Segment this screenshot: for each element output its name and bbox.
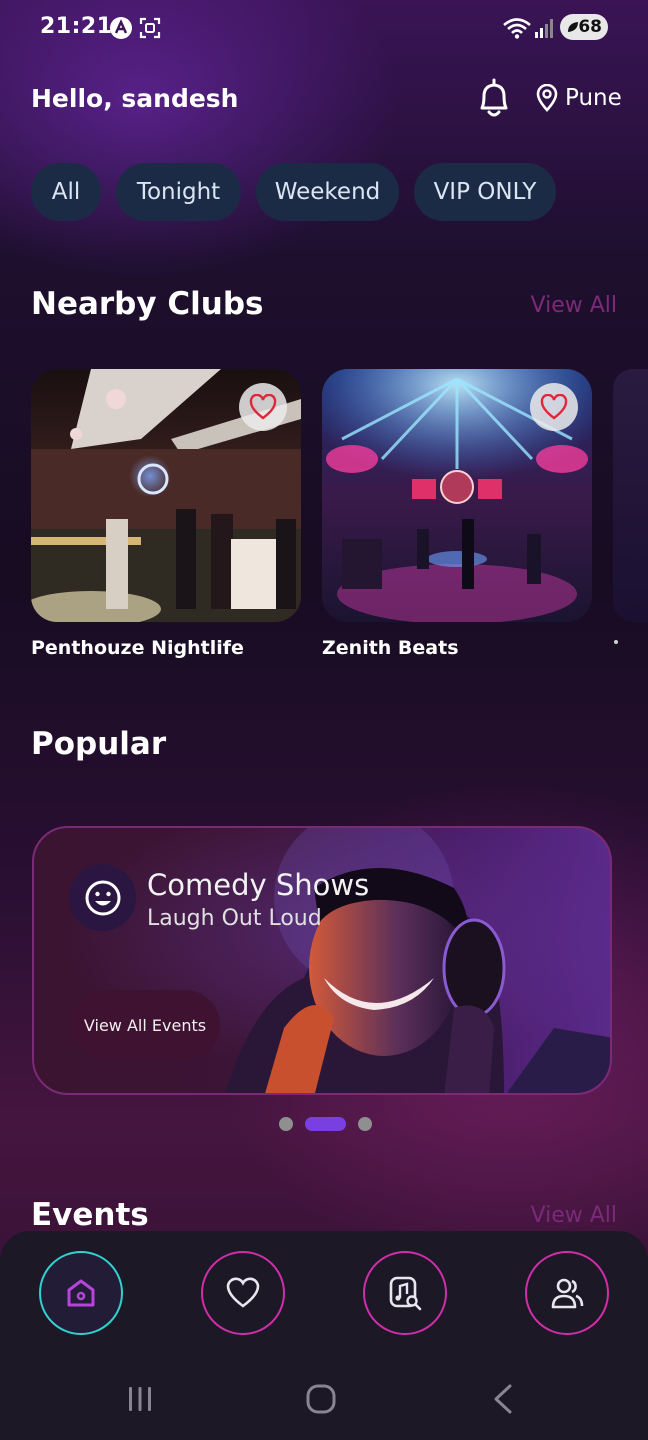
club-card-zenith-beats[interactable]: [322, 369, 592, 622]
heart-icon: [249, 394, 277, 420]
nav-music-search-button[interactable]: [363, 1251, 447, 1335]
wifi-icon: [503, 18, 531, 39]
nav-home-button[interactable]: [39, 1251, 123, 1335]
nav-profile-button[interactable]: [525, 1251, 609, 1335]
home-system-icon[interactable]: [304, 1382, 338, 1416]
location-pin-icon: [536, 84, 558, 112]
filter-chips: All Tonight Weekend VIP ONLY: [31, 163, 556, 221]
carousel-indicator: [279, 1117, 372, 1131]
banner-subtitle: Laugh Out Loud: [147, 906, 322, 931]
app-notification-icon: [110, 17, 132, 39]
carousel-dot[interactable]: [358, 1117, 372, 1131]
club-name: Penthouze Nightlife: [31, 637, 244, 659]
filter-chip-all[interactable]: All: [31, 163, 101, 221]
notification-bell-icon[interactable]: [474, 78, 514, 120]
location-selector[interactable]: Pune: [535, 84, 622, 112]
home-icon: [67, 1279, 95, 1307]
filter-chip-vip-only[interactable]: VIP ONLY: [414, 163, 556, 221]
events-title: Events: [31, 1197, 149, 1233]
location-label: Pune: [565, 85, 622, 111]
battery-indicator: 68: [560, 14, 608, 40]
signal-icon: [535, 19, 553, 38]
heart-icon: [226, 1277, 260, 1308]
smile-icon-badge: [69, 864, 136, 931]
filter-chip-weekend[interactable]: Weekend: [256, 163, 399, 221]
music-search-icon: [389, 1276, 422, 1311]
nav-favorites-button[interactable]: [201, 1251, 285, 1335]
club-name: Zenith Beats: [322, 637, 459, 659]
bottom-navigation: [0, 1231, 648, 1440]
screenshot-icon: [139, 17, 161, 39]
club-card-penthouze[interactable]: [31, 369, 301, 622]
popular-title: Popular: [31, 726, 167, 762]
banner-title: Comedy Shows: [147, 868, 370, 902]
battery-saver-icon: [568, 22, 578, 32]
nearby-view-all-link[interactable]: View All: [531, 293, 617, 318]
nearby-clubs-title: Nearby Clubs: [31, 286, 264, 322]
carousel-dot[interactable]: [279, 1117, 293, 1131]
users-icon: [551, 1278, 584, 1309]
heart-icon: [540, 394, 568, 420]
status-bar: 21:21 68: [0, 0, 648, 56]
view-all-events-button[interactable]: View All Events: [70, 990, 220, 1060]
battery-level: 68: [578, 17, 602, 37]
system-navigation-bar: [0, 1360, 648, 1440]
club-card-peek[interactable]: [613, 369, 648, 622]
greeting-text: Hello, sandesh: [31, 84, 239, 113]
smile-icon: [85, 880, 120, 915]
favorite-button[interactable]: [530, 383, 578, 431]
peek-card-label: [614, 640, 618, 644]
status-time: 21:21: [40, 14, 113, 39]
back-icon[interactable]: [486, 1382, 520, 1416]
popular-banner-comedy[interactable]: Comedy Shows Laugh Out Loud View All Eve…: [32, 826, 612, 1095]
recent-apps-icon[interactable]: [123, 1382, 157, 1416]
events-view-all-link[interactable]: View All: [531, 1203, 617, 1228]
filter-chip-tonight[interactable]: Tonight: [116, 163, 241, 221]
favorite-button[interactable]: [239, 383, 287, 431]
carousel-dot-active[interactable]: [305, 1117, 346, 1131]
